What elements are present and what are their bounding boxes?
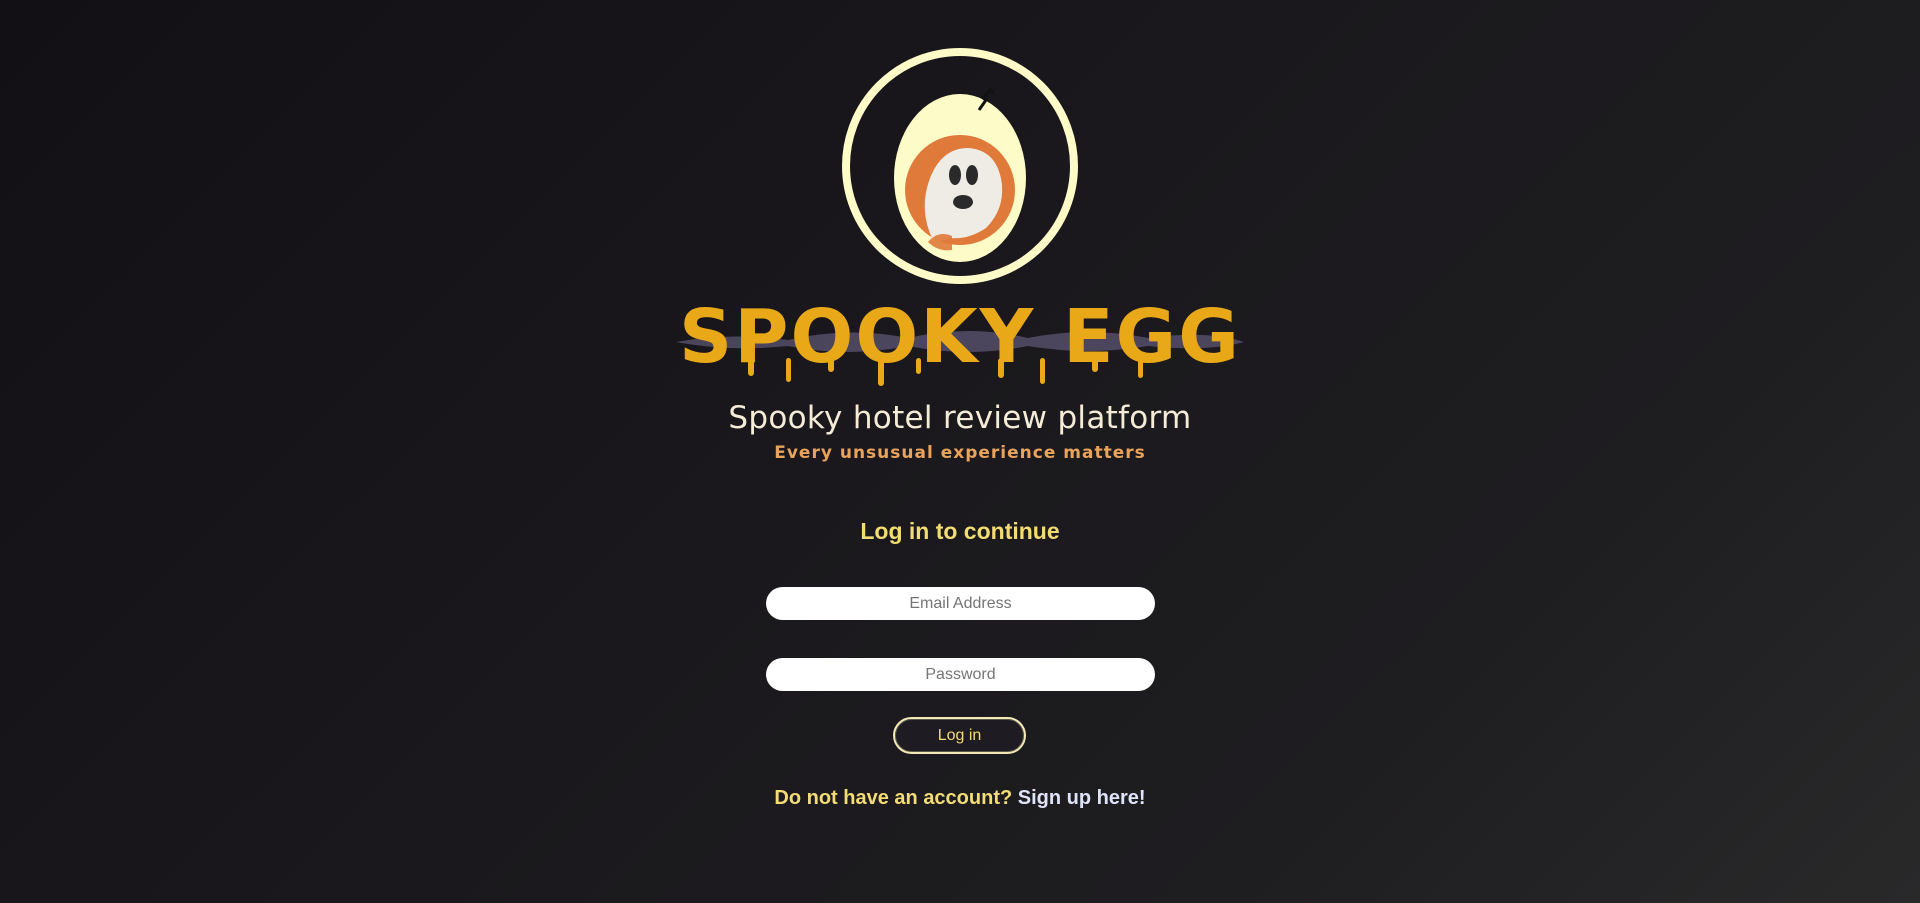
signup-prompt: Do not have an account? bbox=[774, 787, 1013, 809]
ghost-eye-left bbox=[949, 165, 961, 185]
brand-tagline: Spooky hotel review platform bbox=[728, 400, 1192, 436]
logo-wordmark: SPOOKY EGG bbox=[679, 294, 1241, 380]
password-field[interactable] bbox=[766, 658, 1155, 691]
signup-row: Do not have an account? Sign up here! bbox=[0, 787, 1920, 810]
brand-logo: SPOOKY EGG Spooky hotel review platform … bbox=[668, 40, 1252, 470]
ghost-mouth bbox=[953, 195, 973, 209]
brand-motto: Every unsusual experience matters bbox=[774, 443, 1146, 463]
login-title: Log in to continue bbox=[860, 518, 1060, 544]
ghost-eye-right bbox=[966, 165, 978, 185]
login-page: SPOOKY EGG Spooky hotel review platform … bbox=[0, 0, 1920, 903]
email-field[interactable] bbox=[766, 587, 1155, 620]
spooky-egg-logo-graphic: SPOOKY EGG bbox=[676, 48, 1244, 386]
login-button[interactable]: Log in bbox=[893, 717, 1026, 754]
signup-link[interactable]: Sign up here! bbox=[1018, 787, 1146, 809]
